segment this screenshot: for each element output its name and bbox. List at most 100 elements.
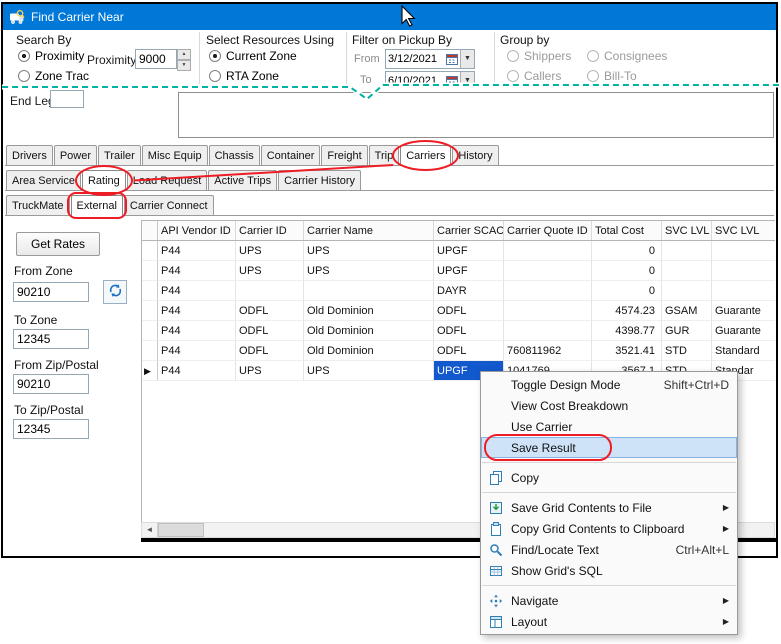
column-header-carrier-name[interactable]: Carrier Name [304, 221, 434, 240]
menu-item-save-grid-contents-to-file[interactable]: Save Grid Contents to File▶ [481, 497, 737, 518]
menu-item-copy[interactable]: Copy [481, 467, 737, 488]
grid-cell[interactable]: UPGF [434, 261, 504, 281]
grid-cell[interactable]: 0 [592, 261, 662, 281]
grid-cell[interactable] [504, 281, 592, 301]
tab-carrier-connect[interactable]: Carrier Connect [124, 195, 214, 215]
grid-cell[interactable]: UPS [304, 261, 434, 281]
tab-load-request[interactable]: Load Request [127, 170, 208, 190]
tab-carrier-history[interactable]: Carrier History [278, 170, 361, 190]
scroll-left-button[interactable]: ◄ [142, 523, 158, 537]
spin-up-button[interactable]: ▲ [177, 49, 191, 60]
radio-rta-zone[interactable]: RTA Zone [209, 69, 279, 83]
grid-cell[interactable] [236, 281, 304, 301]
grid-cell[interactable] [712, 281, 775, 301]
radio-current-zone[interactable]: Current Zone [209, 49, 297, 63]
grid-cell[interactable]: UPS [236, 241, 304, 261]
column-header-svc-lvl[interactable]: SVC LVL [712, 221, 775, 240]
grid-cell[interactable]: Guarante [712, 301, 775, 321]
grid-cell[interactable]: UPS [304, 241, 434, 261]
menu-item-layout[interactable]: Layout▶ [481, 611, 737, 632]
tab-trip[interactable]: Trip [369, 145, 400, 165]
menu-item-save-result[interactable]: Save Result [481, 437, 737, 458]
tab-carriers[interactable]: Carriers [400, 145, 451, 166]
radio-zone-trace[interactable]: Zone Trac [18, 69, 89, 83]
pickup-to-input[interactable] [386, 73, 444, 86]
grid-cell[interactable]: 3521.41 [592, 341, 662, 361]
grid-cell[interactable] [712, 241, 775, 261]
table-row[interactable]: P44ODFLOld DominionODFL4574.23GSAMGuaran… [142, 301, 775, 321]
grid-cell[interactable] [504, 321, 592, 341]
tab-active-trips[interactable]: Active Trips [208, 170, 277, 190]
radio-bill-to[interactable]: Bill-To [587, 69, 637, 83]
table-row[interactable]: P44DAYR0 [142, 281, 775, 301]
grid-cell[interactable]: DAYR [434, 281, 504, 301]
grid-cell[interactable]: ODFL [434, 341, 504, 361]
grid-cell[interactable]: UPS [304, 361, 434, 381]
grid-cell[interactable]: P44 [158, 321, 236, 341]
calendar-icon[interactable] [444, 53, 460, 65]
column-header-api-vendor-id[interactable]: API Vendor ID [158, 221, 236, 240]
tab-container[interactable]: Container [261, 145, 321, 165]
grid-cell[interactable]: P44 [158, 281, 236, 301]
tab-trailer[interactable]: Trailer [98, 145, 141, 165]
end-leg-input[interactable] [50, 90, 84, 108]
column-header-carrier-quote-id[interactable]: Carrier Quote ID [504, 221, 592, 240]
grid-cell[interactable]: Old Dominion [304, 321, 434, 341]
grid-cell[interactable]: Guarante [712, 321, 775, 341]
tab-external[interactable]: External [71, 195, 123, 216]
grid-cell[interactable]: ODFL [236, 341, 304, 361]
tab-freight[interactable]: Freight [321, 145, 367, 165]
tab-truckmate[interactable]: TruckMate [6, 195, 70, 215]
grid-cell[interactable]: P44 [158, 301, 236, 321]
grid-cell[interactable]: P44 [158, 341, 236, 361]
table-row[interactable]: P44ODFLOld DominionODFL4398.77GURGuarant… [142, 321, 775, 341]
grid-cell[interactable] [662, 241, 712, 261]
menu-item-show-grid-s-sql[interactable]: Show Grid's SQL [481, 560, 737, 581]
tab-power[interactable]: Power [54, 145, 97, 165]
tab-misc-equip[interactable]: Misc Equip [142, 145, 208, 165]
grid-cell[interactable]: ODFL [434, 321, 504, 341]
proximity-input[interactable] [135, 49, 177, 69]
grid-cell[interactable]: UPS [236, 361, 304, 381]
grid-cell[interactable] [662, 261, 712, 281]
grid-cell[interactable]: GUR [662, 321, 712, 341]
grid-cell[interactable]: Standard [712, 341, 775, 361]
menu-item-toggle-design-mode[interactable]: Toggle Design ModeShift+Ctrl+D [481, 374, 737, 395]
refresh-button[interactable] [103, 280, 127, 304]
grid-cell[interactable]: P44 [158, 261, 236, 281]
grid-cell[interactable] [504, 301, 592, 321]
grid-cell[interactable]: ODFL [236, 321, 304, 341]
grid-cell[interactable] [712, 261, 775, 281]
menu-item-use-carrier[interactable]: Use Carrier [481, 416, 737, 437]
grid-cell[interactable]: P44 [158, 241, 236, 261]
menu-item-view-cost-breakdown[interactable]: View Cost Breakdown [481, 395, 737, 416]
grid-cell[interactable]: 760811962 [504, 341, 592, 361]
grid-cell[interactable]: P44 [158, 361, 236, 381]
menu-item-navigate[interactable]: Navigate▶ [481, 590, 737, 611]
grid-cell[interactable]: UPS [236, 261, 304, 281]
from-zone-input[interactable] [13, 282, 89, 302]
radio-consignees[interactable]: Consignees [587, 49, 667, 63]
date-dropdown-icon[interactable]: ▼ [460, 50, 474, 68]
tab-drivers[interactable]: Drivers [6, 145, 53, 165]
table-row[interactable]: P44UPSUPSUPGF0 [142, 241, 775, 261]
grid-cell[interactable]: GSAM [662, 301, 712, 321]
pickup-from-input[interactable] [386, 51, 444, 67]
grid-cell[interactable] [304, 281, 434, 301]
radio-callers[interactable]: Callers [507, 69, 561, 83]
grid-cell[interactable]: Old Dominion [304, 341, 434, 361]
tab-history[interactable]: History [452, 145, 498, 165]
scroll-thumb[interactable] [158, 523, 204, 537]
table-row[interactable]: P44ODFLOld DominionODFL7608119623521.41S… [142, 341, 775, 361]
menu-item-copy-grid-contents-to-clipboard[interactable]: Copy Grid Contents to Clipboard▶ [481, 518, 737, 539]
table-row[interactable]: P44UPSUPSUPGF0 [142, 261, 775, 281]
grid-cell[interactable] [504, 261, 592, 281]
title-bar[interactable]: Find Carrier Near [3, 4, 776, 30]
from-zip-postal-input[interactable] [13, 374, 89, 394]
to-zone-input[interactable] [13, 329, 89, 349]
grid-cell[interactable] [662, 281, 712, 301]
radio-proximity[interactable]: Proximity [18, 49, 84, 63]
grid-cell[interactable]: ODFL [434, 301, 504, 321]
grid-cell[interactable]: STD [662, 341, 712, 361]
column-header-carrier-id[interactable]: Carrier ID [236, 221, 304, 240]
